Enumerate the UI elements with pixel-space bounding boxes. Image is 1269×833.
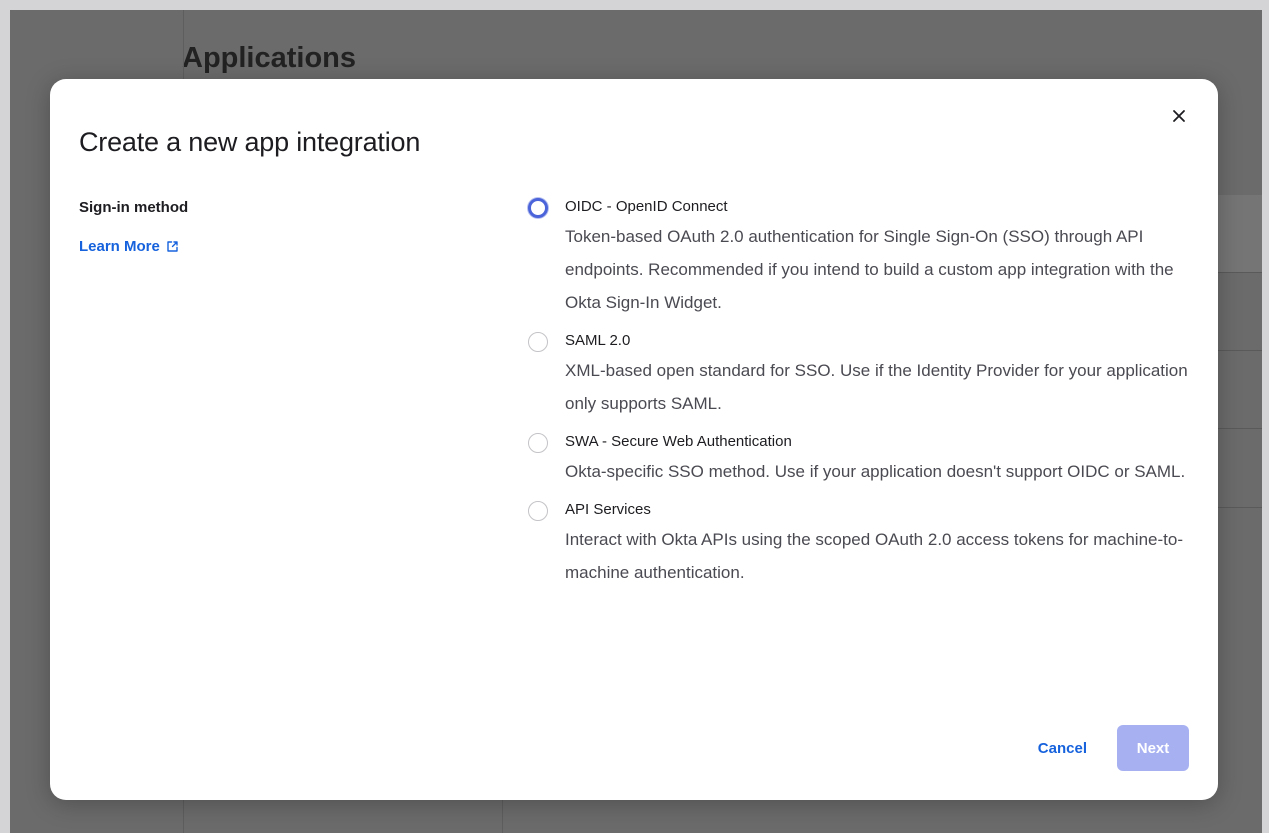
option-description: Interact with Okta APIs using the scoped… (565, 530, 1183, 582)
option-oidc[interactable]: OIDC - OpenID Connect Token-based OAuth … (528, 197, 1198, 319)
external-link-icon (167, 241, 178, 252)
option-swa[interactable]: SWA - Secure Web Authentication Okta-spe… (528, 432, 1198, 488)
cancel-button[interactable]: Cancel (1038, 740, 1087, 757)
background-row-divider (1218, 428, 1262, 429)
radio-api-services[interactable] (528, 501, 548, 521)
next-button[interactable]: Next (1117, 725, 1189, 771)
sign-in-method-section: Sign-in method Learn More (79, 199, 188, 256)
learn-more-link[interactable]: Learn More (79, 238, 179, 255)
dialog-footer: Cancel Next (1038, 725, 1189, 771)
radio-swa[interactable] (528, 433, 548, 453)
close-button[interactable] (1168, 105, 1190, 127)
option-description: Okta-specific SSO method. Use if your ap… (565, 462, 1186, 481)
page-title: Applications (182, 42, 357, 74)
background-row-divider (1218, 507, 1262, 508)
option-label: SAML 2.0 (565, 332, 631, 349)
option-label: API Services (565, 501, 651, 518)
learn-more-label: Learn More (79, 238, 160, 255)
option-api-services[interactable]: API Services Interact with Okta APIs usi… (528, 500, 1198, 589)
option-saml[interactable]: SAML 2.0 XML-based open standard for SSO… (528, 331, 1198, 420)
dialog-title: Create a new app integration (79, 127, 421, 157)
background-panel (1218, 195, 1262, 273)
option-description: XML-based open standard for SSO. Use if … (565, 361, 1188, 413)
sign-in-method-options: OIDC - OpenID Connect Token-based OAuth … (528, 197, 1198, 589)
option-label: SWA - Secure Web Authentication (565, 433, 792, 450)
create-app-integration-dialog: Create a new app integration Sign-in met… (50, 79, 1218, 800)
radio-oidc[interactable] (528, 198, 548, 218)
option-description: Token-based OAuth 2.0 authentication for… (565, 227, 1174, 312)
background-row-divider (1218, 272, 1262, 273)
background-row-divider (1218, 350, 1262, 351)
option-label: OIDC - OpenID Connect (565, 198, 728, 215)
radio-saml[interactable] (528, 332, 548, 352)
sign-in-method-label: Sign-in method (79, 199, 189, 216)
close-icon (1173, 110, 1185, 122)
